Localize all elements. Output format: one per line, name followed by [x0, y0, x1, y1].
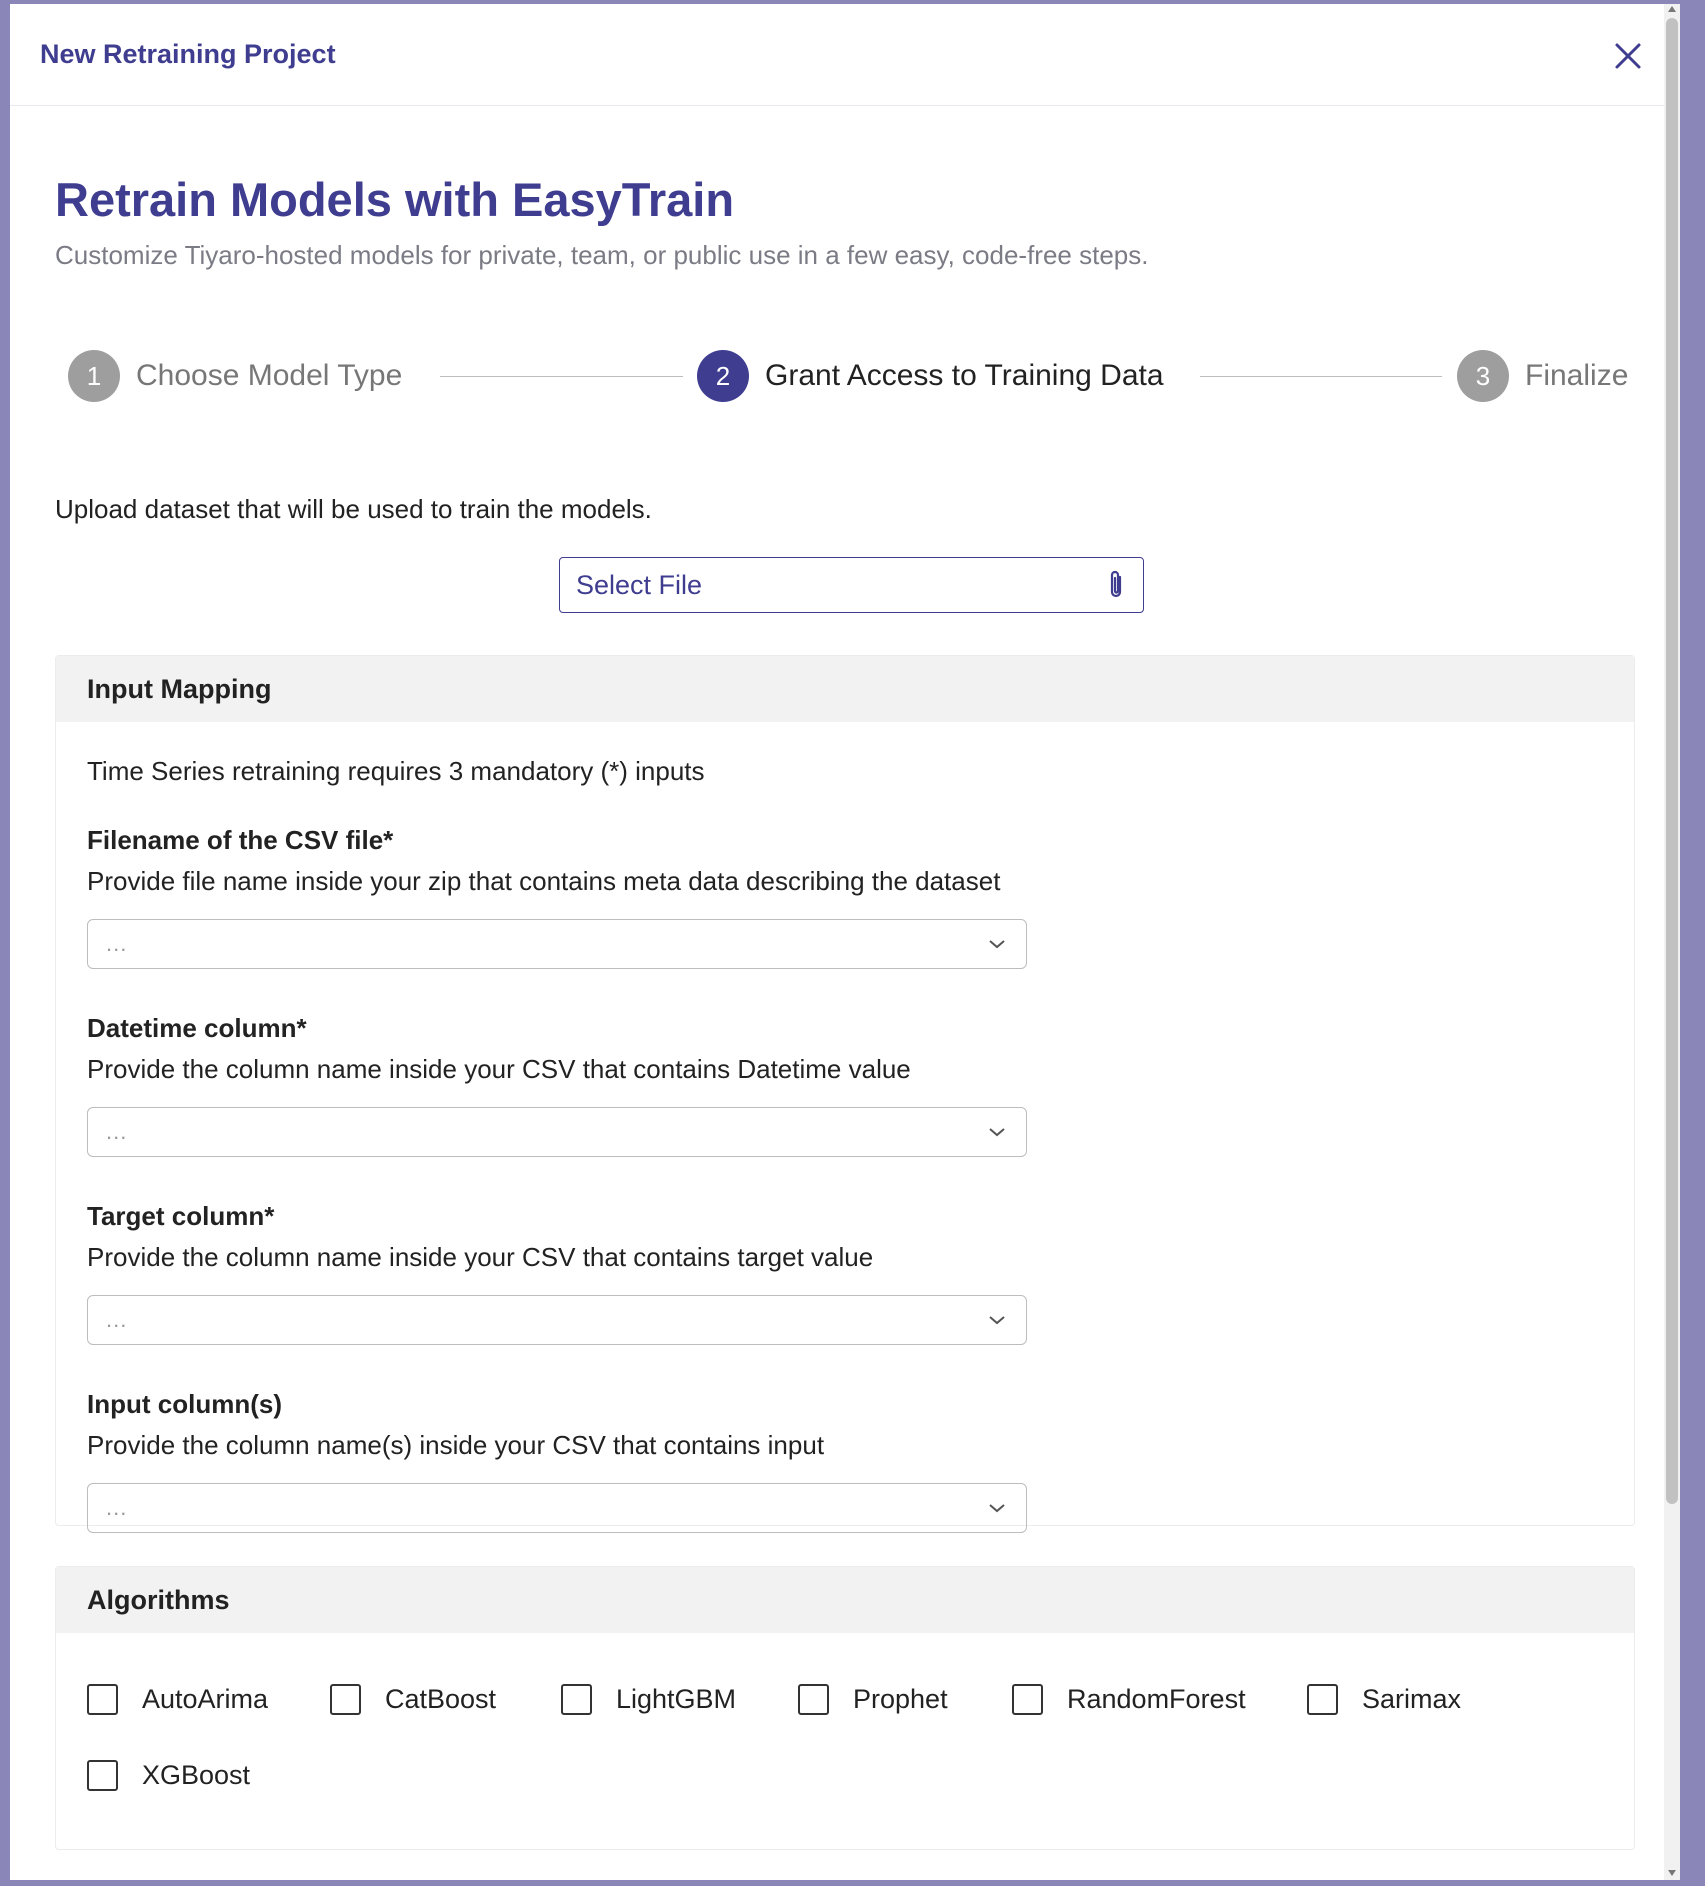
algorithm-option-autoarima[interactable]: AutoArima — [87, 1661, 330, 1737]
algorithm-option-prophet[interactable]: Prophet — [798, 1661, 1012, 1737]
datetime-column-select[interactable]: ... — [87, 1107, 1027, 1157]
checkbox[interactable] — [1307, 1683, 1338, 1715]
page-subtitle: Customize Tiyaro-hosted models for priva… — [55, 240, 1149, 270]
modal-header: New Retraining Project — [10, 4, 1680, 106]
upload-instruction: Upload dataset that will be used to trai… — [55, 494, 652, 524]
field-title: Target column* — [87, 1201, 275, 1231]
algorithm-option-xgboost[interactable]: XGBoost — [87, 1737, 327, 1813]
scrollbar-thumb[interactable] — [1666, 18, 1678, 1504]
algorithm-label: LightGBM — [616, 1683, 737, 1714]
select-file-label: Select File — [576, 569, 703, 600]
algorithm-label: XGBoost — [142, 1759, 251, 1790]
field-datetime-column: Datetime column* Provide the column name… — [87, 1013, 1603, 1157]
step-label-choose-model-type: Choose Model Type — [136, 359, 403, 392]
field-description: Provide the column name inside your CSV … — [87, 1054, 911, 1084]
field-description: Provide the column name(s) inside your C… — [87, 1430, 825, 1460]
checkbox[interactable] — [330, 1683, 361, 1715]
field-csv-filename: Filename of the CSV file* Provide file n… — [87, 825, 1603, 969]
chevron-down-icon — [989, 1316, 1005, 1325]
modal-title: New Retraining Project — [40, 39, 336, 69]
target-column-select[interactable]: ... — [87, 1295, 1027, 1345]
algorithm-label: Prophet — [853, 1683, 948, 1714]
field-title: Input column(s) — [87, 1389, 282, 1419]
input-columns-select[interactable]: ... — [87, 1483, 1027, 1533]
select-value: ... — [106, 1495, 128, 1520]
step-choose-model-type: 1 Choose Model Type — [68, 350, 402, 402]
algorithm-option-sarimax[interactable]: Sarimax — [1307, 1661, 1507, 1737]
chevron-down-icon — [989, 940, 1005, 949]
close-icon — [1615, 43, 1641, 69]
algorithm-label: RandomForest — [1067, 1683, 1246, 1714]
csv-filename-select[interactable]: ... — [87, 919, 1027, 969]
algorithms-panel: Algorithms AutoArima CatBoost LightGBM P… — [55, 1566, 1635, 1850]
retraining-modal: New Retraining Project Retrain Models wi… — [10, 4, 1680, 1880]
field-title: Filename of the CSV file* — [87, 825, 394, 855]
close-button[interactable] — [1608, 36, 1648, 76]
field-description: Provide file name inside your zip that c… — [87, 866, 1001, 896]
checkbox[interactable] — [561, 1683, 592, 1715]
paperclip-icon — [1110, 570, 1122, 598]
step-connector — [440, 376, 683, 377]
step-grant-access: 2 Grant Access to Training Data — [697, 350, 1164, 402]
algorithms-body: AutoArima CatBoost LightGBM Prophet Rand… — [56, 1633, 1634, 1813]
step-number-3: 3 — [1457, 350, 1509, 402]
checkbox[interactable] — [87, 1759, 118, 1791]
page-title: Retrain Models with EasyTrain — [55, 173, 735, 226]
checkbox[interactable] — [1012, 1683, 1043, 1715]
algorithms-header: Algorithms — [56, 1567, 1634, 1633]
input-mapping-panel: Input Mapping Time Series retraining req… — [55, 655, 1635, 1533]
scroll-down-arrow[interactable] — [1668, 1870, 1676, 1876]
field-title: Datetime column* — [87, 1013, 307, 1043]
algorithm-option-randomforest[interactable]: RandomForest — [1012, 1661, 1307, 1737]
field-description: Provide the column name inside your CSV … — [87, 1242, 874, 1272]
select-value: ... — [106, 1119, 128, 1144]
stepper: 1 Choose Model Type 2 Grant Access to Tr… — [68, 350, 1633, 402]
algorithm-label: AutoArima — [142, 1683, 269, 1714]
algorithm-label: CatBoost — [385, 1683, 497, 1714]
step-label-grant-access: Grant Access to Training Data — [765, 359, 1164, 392]
algorithm-label: Sarimax — [1362, 1683, 1462, 1714]
step-finalize: 3 Finalize — [1457, 350, 1628, 402]
input-mapping-header: Input Mapping — [56, 656, 1634, 722]
field-target-column: Target column* Provide the column name i… — [87, 1201, 1603, 1345]
select-value: ... — [106, 1307, 128, 1332]
scroll-up-arrow[interactable] — [1668, 6, 1676, 12]
checkbox[interactable] — [798, 1683, 829, 1715]
requirement-text: Time Series retraining requires 3 mandat… — [87, 756, 705, 786]
step-connector — [1200, 376, 1442, 377]
input-mapping-body: Time Series retraining requires 3 mandat… — [56, 756, 1634, 1533]
chevron-down-icon — [989, 1504, 1005, 1513]
scrollbar[interactable] — [1664, 4, 1680, 1880]
step-label-finalize: Finalize — [1525, 359, 1629, 392]
algorithm-option-catboost[interactable]: CatBoost — [330, 1661, 561, 1737]
select-file-button[interactable]: Select File — [559, 557, 1144, 613]
checkbox[interactable] — [87, 1683, 118, 1715]
step-number-2: 2 — [697, 350, 749, 402]
chevron-down-icon — [989, 1128, 1005, 1137]
algorithm-option-lightgbm[interactable]: LightGBM — [561, 1661, 798, 1737]
step-number-1: 1 — [68, 350, 120, 402]
field-input-columns: Input column(s) Provide the column name(… — [87, 1389, 1603, 1533]
select-value: ... — [106, 931, 128, 956]
algorithm-list: AutoArima CatBoost LightGBM Prophet Rand… — [87, 1633, 1603, 1813]
